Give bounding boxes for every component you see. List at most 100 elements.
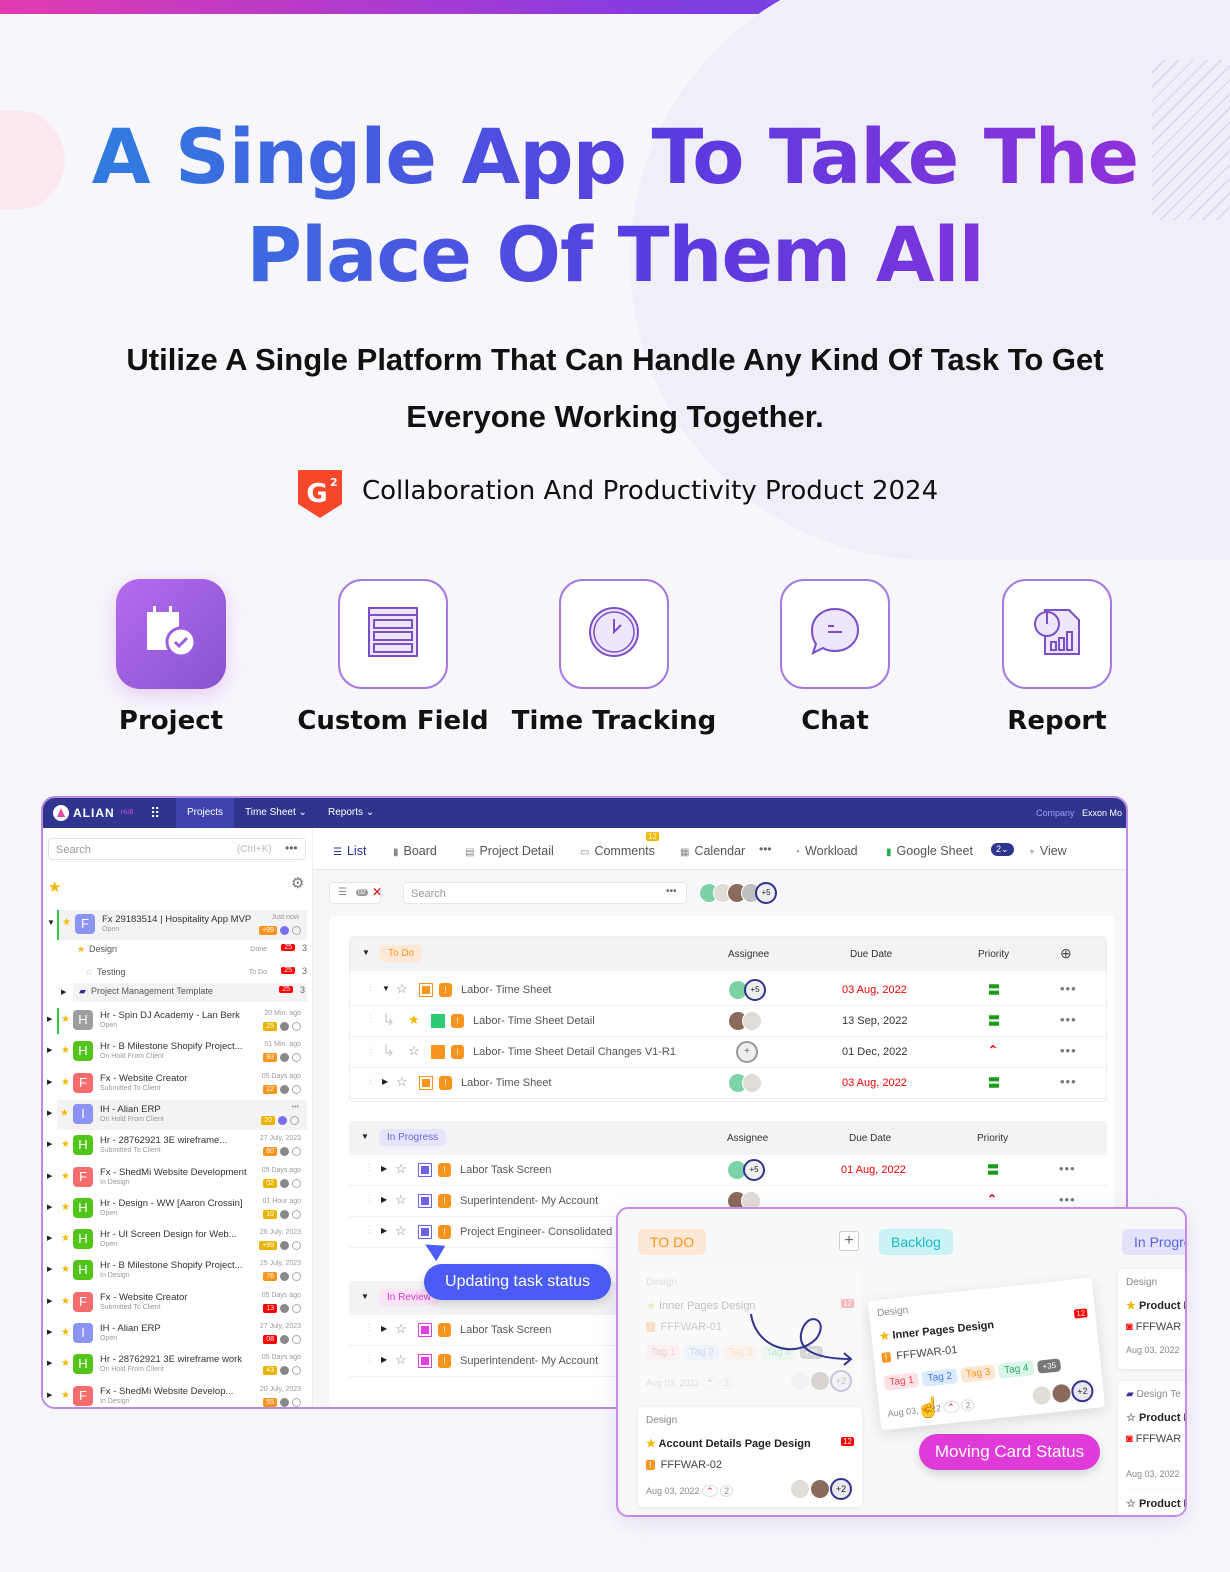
- task-name[interactable]: Labor- Time Sheet Detail Changes V1-R1: [473, 1046, 676, 1058]
- member-avatars[interactable]: +5: [699, 881, 799, 905]
- more-assignees[interactable]: +2: [830, 1370, 852, 1392]
- star-icon[interactable]: ★: [1126, 1300, 1136, 1312]
- company-selector[interactable]: Exxon Mo: [1082, 798, 1122, 828]
- task-name[interactable]: Labor- Time Sheet Detail: [473, 1015, 595, 1027]
- subtasks-count[interactable]: 2: [720, 1377, 734, 1389]
- card-tag[interactable]: Tag 2: [684, 1345, 719, 1360]
- task-name[interactable]: Labor- Time Sheet: [461, 984, 552, 996]
- nav-projects[interactable]: Projects: [176, 798, 234, 828]
- star-icon[interactable]: ★: [879, 1330, 890, 1343]
- nav-time-sheet[interactable]: Time Sheet ⌄: [245, 798, 307, 828]
- project-item[interactable]: ▶ ★ I IH - Alian ERP On Hold From Client…: [47, 1099, 307, 1130]
- expand-caret-icon[interactable]: ▶: [47, 1046, 52, 1054]
- project-item[interactable]: ▶ ★ H Hr - Spin DJ Academy - Lan Berk Op…: [43, 1006, 309, 1036]
- feature-custom-field-button[interactable]: [338, 579, 448, 689]
- filter-button[interactable]: ☰ 02 ✕: [329, 882, 382, 904]
- more-icon[interactable]: •••: [666, 886, 677, 897]
- feature-project-button[interactable]: [116, 579, 226, 689]
- star-icon[interactable]: ☆: [408, 1043, 420, 1059]
- card-tag[interactable]: Tag 1: [883, 1372, 920, 1391]
- project-item[interactable]: ▶ ★ H Hr - B Milestone Shopify Project..…: [43, 1037, 309, 1067]
- subtasks-count[interactable]: 2: [720, 1485, 734, 1497]
- board-column-todo[interactable]: TO DO: [638, 1229, 707, 1255]
- tab-calendar[interactable]: ▦ Calendar: [680, 844, 745, 858]
- task-name[interactable]: Labor Task Screen: [460, 1324, 552, 1336]
- star-icon[interactable]: ☆: [395, 1321, 407, 1337]
- board-card[interactable]: ☆ Product I: [1118, 1489, 1185, 1515]
- tab-list[interactable]: ☰ List: [333, 844, 366, 858]
- status-square-icon[interactable]: [418, 1354, 432, 1368]
- project-item[interactable]: ▶ ★ H Hr - Design - WW [Aaron Crossin] O…: [43, 1194, 309, 1224]
- subtasks-count[interactable]: 2: [960, 1398, 976, 1412]
- expand-caret-icon[interactable]: ▶: [47, 1297, 52, 1305]
- add-card-button[interactable]: +: [839, 1231, 859, 1251]
- assignee-avatar[interactable]: [1050, 1382, 1073, 1405]
- expand-caret-icon[interactable]: ▶: [47, 1391, 52, 1399]
- star-icon[interactable]: ★: [646, 1438, 656, 1450]
- expand-caret-icon[interactable]: ▶: [47, 1359, 52, 1367]
- collapse-caret-icon[interactable]: ▼: [47, 918, 55, 927]
- star-icon[interactable]: ★: [408, 1012, 420, 1028]
- expand-caret-icon[interactable]: ▶: [47, 1140, 52, 1148]
- project-item-expanded[interactable]: ▼ ★ F Fx 29183514 | Hospitality App MVP …: [47, 910, 307, 940]
- board-column-backlog[interactable]: Backlog: [879, 1229, 953, 1255]
- star-icon[interactable]: ★: [61, 1045, 70, 1056]
- feature-chat-button[interactable]: [780, 579, 890, 689]
- star-icon[interactable]: ☆: [1126, 1412, 1136, 1424]
- star-icon[interactable]: ☆: [396, 981, 408, 997]
- assignee-avatar[interactable]: [790, 1479, 810, 1499]
- board-column-in-progress[interactable]: In Progre: [1122, 1229, 1185, 1255]
- group-status-pill[interactable]: In Progress: [379, 1129, 447, 1146]
- tab-workload[interactable]: ◔ Workload: [794, 844, 858, 858]
- tab-project-detail[interactable]: ▤ Project Detail: [465, 844, 554, 858]
- star-icon[interactable]: ☆: [395, 1192, 407, 1208]
- card-tag[interactable]: Tag 3: [960, 1364, 997, 1383]
- priority-high-icon[interactable]: ⌃: [987, 1192, 997, 1206]
- project-item[interactable]: ▶ ★ H Hr - UI Screen Design for Web... O…: [43, 1225, 309, 1255]
- priority-medium-icon[interactable]: 〓: [988, 981, 1000, 998]
- nav-reports[interactable]: Reports ⌄: [328, 798, 374, 828]
- expand-caret-icon[interactable]: ▶: [47, 1234, 52, 1242]
- subfolder-item[interactable]: ▶ ▰ Project Management Template 25 3: [61, 983, 307, 1002]
- drag-handle-icon[interactable]: ⋮: [366, 1075, 375, 1086]
- task-row[interactable]: ⋮ ↳ ☆ ! Labor- Time Sheet Detail Changes…: [350, 1037, 1106, 1068]
- project-item[interactable]: ▶ ★ F Fx - ShedMi Website Develop... In …: [43, 1382, 309, 1407]
- row-menu-icon[interactable]: •••: [1060, 1074, 1077, 1089]
- star-icon[interactable]: ☆: [395, 1161, 407, 1177]
- star-icon[interactable]: ★: [61, 1358, 70, 1369]
- card-tag[interactable]: Tag 4: [998, 1360, 1035, 1379]
- project-item[interactable]: ▶ ★ F Fx - ShedMi Website Development In…: [43, 1163, 309, 1193]
- expand-caret-icon[interactable]: ▶: [47, 1172, 52, 1180]
- more-icon[interactable]: •••: [285, 841, 298, 855]
- assignee-avatar[interactable]: [810, 1371, 830, 1391]
- status-square-icon[interactable]: [418, 1323, 432, 1337]
- drag-handle-icon[interactable]: ⋮: [365, 1322, 374, 1333]
- card-tag[interactable]: Tag 1: [646, 1345, 681, 1360]
- more-members[interactable]: +5: [755, 882, 777, 904]
- card-title[interactable]: Inner Pages Design: [892, 1319, 995, 1342]
- star-icon[interactable]: ★: [61, 1139, 70, 1150]
- task-name[interactable]: Superintendent- My Account: [460, 1355, 598, 1367]
- priority-high-icon[interactable]: ⌃: [702, 1377, 718, 1389]
- project-item[interactable]: ▶ ★ H Hr - B Milestone Shopify Project..…: [43, 1256, 309, 1286]
- clear-filter-icon[interactable]: ✕: [372, 885, 382, 899]
- drag-handle-icon[interactable]: ⋮: [366, 982, 375, 993]
- star-icon[interactable]: ☆: [395, 1352, 407, 1368]
- star-icon[interactable]: ☆: [85, 967, 93, 978]
- card-title[interactable]: Inner Pages Design: [659, 1300, 756, 1312]
- tab-board[interactable]: ▮ Board: [393, 844, 437, 858]
- subfolder-item[interactable]: ☆ Testing To Do 25 3: [43, 964, 309, 984]
- star-icon[interactable]: ★: [61, 1233, 70, 1244]
- task-row[interactable]: ⋮ ▶ ☆ ! Labor- Time Sheet 03 Aug, 2022 〓…: [350, 1068, 1106, 1099]
- star-icon[interactable]: ★: [61, 1014, 70, 1025]
- status-square-icon[interactable]: [418, 1163, 432, 1177]
- favorites-star-icon[interactable]: ★: [48, 878, 61, 896]
- expand-caret-icon[interactable]: ▼: [382, 984, 390, 993]
- expand-caret-icon[interactable]: ▶: [381, 1226, 387, 1235]
- expand-caret-icon[interactable]: ▶: [382, 1077, 388, 1086]
- expand-caret-icon[interactable]: ▶: [47, 1328, 52, 1336]
- assignee-avatar[interactable]: [742, 1011, 762, 1031]
- task-due-date[interactable]: 01 Aug, 2022: [841, 1164, 906, 1176]
- board-card[interactable]: ▰ Design Te ☆ Product I ◙ FFFWAR Aug 03,…: [1118, 1381, 1185, 1493]
- expand-caret-icon[interactable]: ▶: [381, 1324, 387, 1333]
